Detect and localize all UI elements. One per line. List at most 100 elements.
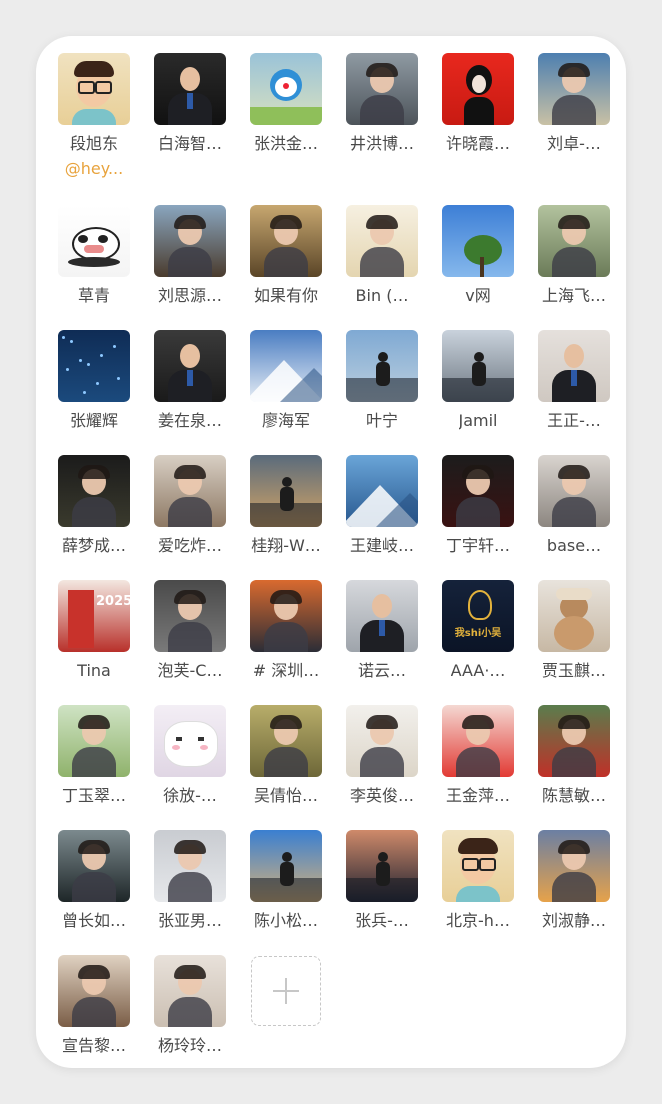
member-avatar[interactable] [154, 955, 226, 1027]
member-avatar[interactable] [250, 455, 322, 527]
member-item[interactable]: 张兵-… [334, 830, 430, 931]
member-name: 张亚男… [157, 911, 222, 930]
member-item[interactable]: 贾玉麒… [526, 580, 622, 681]
member-item[interactable]: 北京-h… [430, 830, 526, 931]
member-item[interactable]: 叶宁 [334, 330, 430, 431]
member-avatar[interactable] [346, 705, 418, 777]
member-avatar[interactable] [250, 830, 322, 902]
member-item[interactable]: 我shi小吴 AAA·… [430, 580, 526, 681]
member-item[interactable]: 爱吃炸… [142, 455, 238, 556]
member-avatar[interactable] [58, 53, 130, 125]
member-item[interactable]: 徐放-… [142, 705, 238, 806]
member-avatar[interactable] [58, 705, 130, 777]
member-avatar[interactable] [346, 53, 418, 125]
member-avatar[interactable] [538, 53, 610, 125]
member-item[interactable]: 张耀辉 [46, 330, 142, 431]
member-item[interactable]: 段旭东 @hey... [46, 53, 142, 179]
member-item[interactable]: 曾长如… [46, 830, 142, 931]
member-item[interactable]: # 深圳… [238, 580, 334, 681]
member-avatar[interactable] [346, 580, 418, 652]
member-item[interactable]: 白海智… [142, 53, 238, 154]
member-avatar[interactable] [538, 455, 610, 527]
member-avatar[interactable]: 2025 [58, 580, 130, 652]
member-avatar[interactable] [538, 705, 610, 777]
member-avatar[interactable] [346, 455, 418, 527]
member-avatar[interactable] [154, 455, 226, 527]
member-name: 爱吃炸… [157, 536, 222, 555]
member-avatar[interactable] [346, 330, 418, 402]
member-item[interactable]: 许晓霞… [430, 53, 526, 154]
member-item[interactable]: Bin (… [334, 205, 430, 306]
member-item[interactable]: 草青 [46, 205, 142, 306]
member-item[interactable]: 宣告黎… [46, 955, 142, 1056]
member-avatar[interactable] [154, 580, 226, 652]
member-avatar[interactable] [442, 830, 514, 902]
member-avatar[interactable] [538, 830, 610, 902]
member-name: 李英俊… [349, 786, 414, 805]
member-item[interactable]: 诺云… [334, 580, 430, 681]
member-avatar[interactable] [250, 53, 322, 125]
member-item[interactable]: 杨玲玲… [142, 955, 238, 1056]
member-item[interactable]: base… [526, 455, 622, 556]
member-item[interactable]: 井洪博… [334, 53, 430, 154]
member-item[interactable]: 陈慧敏… [526, 705, 622, 806]
member-item[interactable]: 王正-… [526, 330, 622, 431]
member-item[interactable]: 薛梦成… [46, 455, 142, 556]
member-avatar[interactable] [250, 205, 322, 277]
member-item[interactable]: 姜在泉… [142, 330, 238, 431]
member-avatar[interactable] [250, 330, 322, 402]
member-avatar[interactable] [58, 455, 130, 527]
member-avatar[interactable] [154, 830, 226, 902]
member-item[interactable]: 如果有你 [238, 205, 334, 306]
member-avatar[interactable] [58, 955, 130, 1027]
member-item[interactable]: 2025 Tina [46, 580, 142, 681]
member-avatar[interactable] [154, 705, 226, 777]
member-item[interactable]: 泡芙-C… [142, 580, 238, 681]
add-member-button[interactable] [251, 956, 321, 1026]
member-avatar[interactable] [154, 205, 226, 277]
member-item[interactable]: 张亚男… [142, 830, 238, 931]
member-name: 丁玉翠… [61, 786, 126, 805]
member-item[interactable]: 刘淑静… [526, 830, 622, 931]
member-item[interactable]: 刘卓-… [526, 53, 622, 154]
member-avatar[interactable] [442, 455, 514, 527]
member-avatar[interactable] [58, 830, 130, 902]
member-name: 刘淑静… [541, 911, 606, 930]
member-name: 廖海军 [261, 411, 310, 430]
member-avatar[interactable] [442, 53, 514, 125]
member-name: 吴倩怡… [253, 786, 318, 805]
member-avatar[interactable] [58, 205, 130, 277]
member-item[interactable]: 吴倩怡… [238, 705, 334, 806]
member-avatar[interactable] [58, 330, 130, 402]
member-name: Bin (… [355, 286, 409, 305]
member-grid: 段旭东 @hey... 白海智… 张洪金… 井洪博… 许晓霞… 刘卓-… 草青 刘思源… 如果有你… [36, 36, 626, 1068]
member-item[interactable]: v网 [430, 205, 526, 306]
member-item[interactable]: 张洪金… [238, 53, 334, 154]
member-item[interactable]: 王建岐… [334, 455, 430, 556]
member-name: 王金萍… [445, 786, 510, 805]
member-name: 陈慧敏… [541, 786, 606, 805]
member-avatar[interactable] [154, 53, 226, 125]
member-avatar[interactable] [538, 330, 610, 402]
member-avatar[interactable] [538, 580, 610, 652]
member-avatar[interactable] [442, 705, 514, 777]
member-item[interactable]: 丁玉翠… [46, 705, 142, 806]
member-item[interactable]: 李英俊… [334, 705, 430, 806]
member-item[interactable]: 上海飞… [526, 205, 622, 306]
member-avatar[interactable] [442, 205, 514, 277]
member-item[interactable]: 廖海军 [238, 330, 334, 431]
member-item[interactable]: 桂翔-W… [238, 455, 334, 556]
member-avatar[interactable]: 我shi小吴 [442, 580, 514, 652]
member-avatar[interactable] [250, 705, 322, 777]
member-avatar[interactable] [154, 330, 226, 402]
member-item[interactable]: Jamil [430, 330, 526, 431]
member-item[interactable]: 刘思源… [142, 205, 238, 306]
member-avatar[interactable] [346, 830, 418, 902]
member-avatar[interactable] [538, 205, 610, 277]
member-avatar[interactable] [346, 205, 418, 277]
member-item[interactable]: 丁宇轩… [430, 455, 526, 556]
member-avatar[interactable] [250, 580, 322, 652]
member-avatar[interactable] [442, 330, 514, 402]
member-item[interactable]: 陈小松… [238, 830, 334, 931]
member-item[interactable]: 王金萍… [430, 705, 526, 806]
